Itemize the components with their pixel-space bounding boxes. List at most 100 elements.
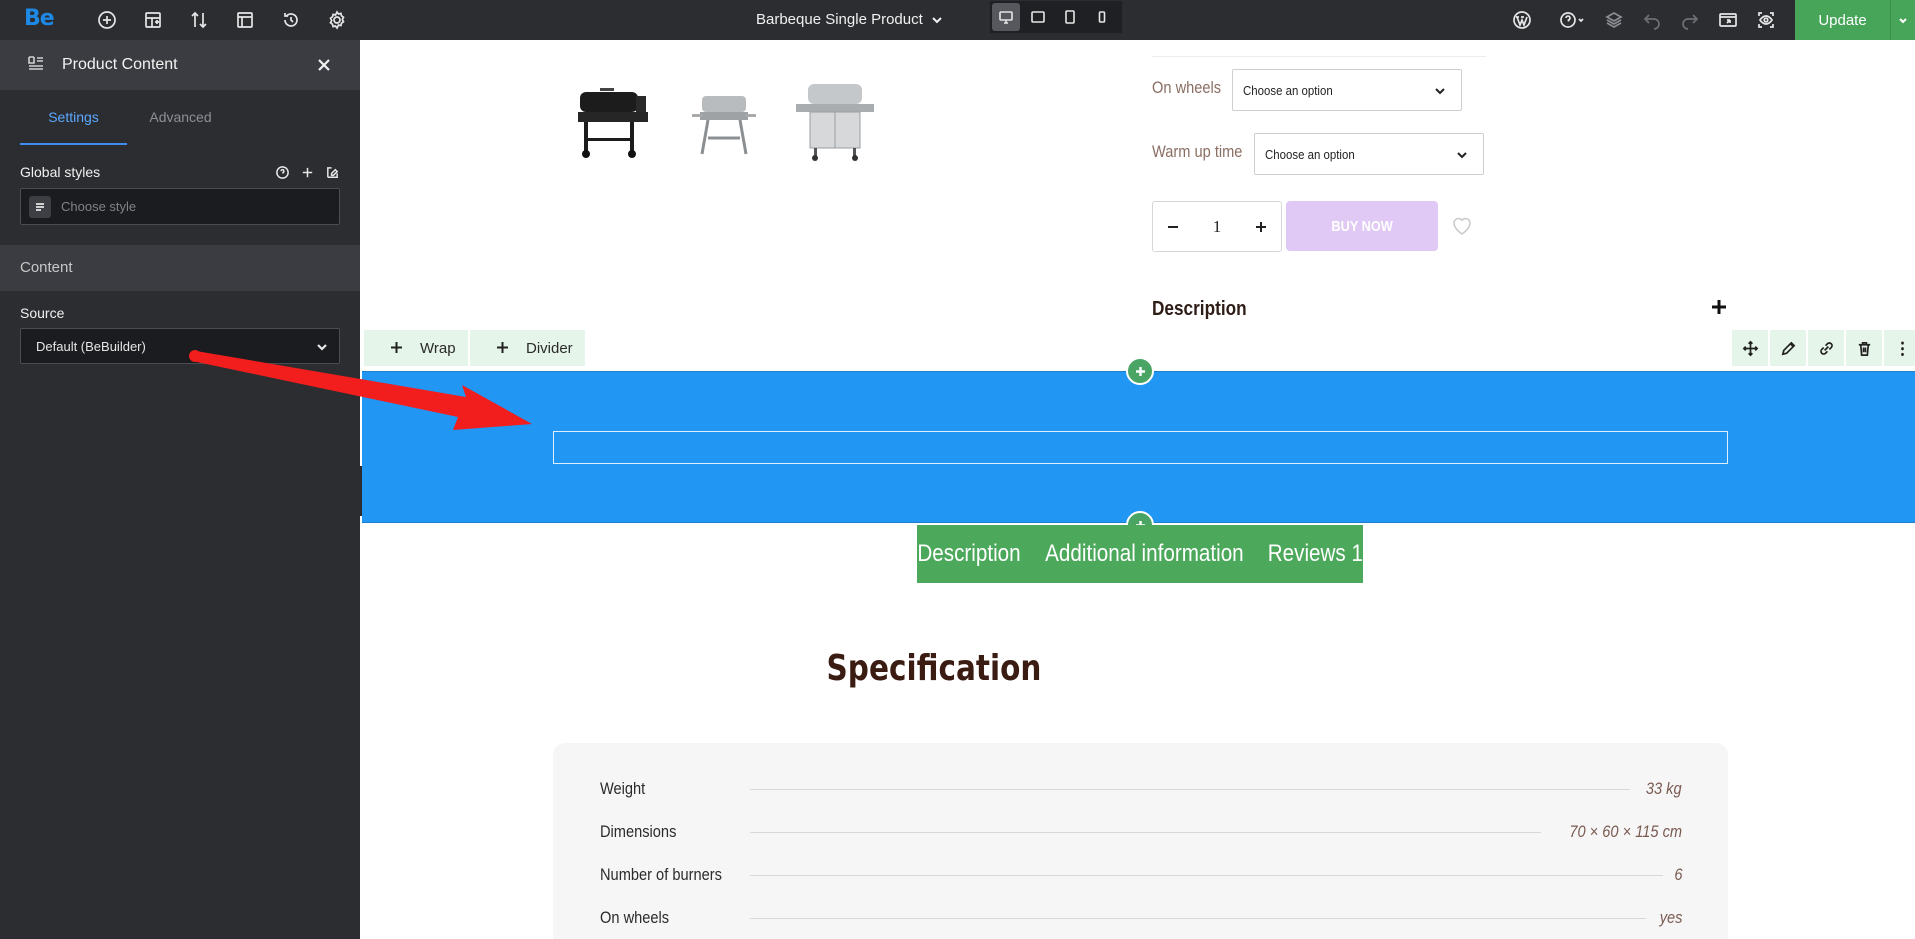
dotted-leader — [750, 788, 1631, 790]
expand-plus-icon[interactable] — [1710, 298, 1732, 320]
device-switcher — [990, 1, 1122, 33]
wordpress-icon[interactable] — [1508, 6, 1536, 34]
empty-wrap-placeholder[interactable] — [553, 431, 1728, 464]
spec-name: Dimensions — [600, 822, 677, 841]
redo-icon[interactable] — [1676, 6, 1704, 34]
chevron-down-icon — [317, 344, 327, 351]
product-thumbnail-black-grill[interactable] — [570, 78, 660, 168]
edit-pencil-icon[interactable] — [1770, 330, 1806, 366]
plus-icon — [1135, 366, 1145, 376]
specification-table: Weight 33 kg Dimensions 70 × 60 × 115 cm… — [553, 743, 1728, 939]
source-value: Default (BeBuilder) — [36, 338, 146, 354]
move-icon[interactable] — [1732, 330, 1768, 366]
more-options-icon[interactable] — [1884, 330, 1915, 366]
on-wheels-value: Choose an option — [1243, 82, 1333, 98]
eye-preview-icon[interactable] — [1752, 6, 1780, 34]
sort-arrows-icon[interactable] — [185, 6, 213, 34]
description-heading[interactable]: Description — [1152, 298, 1247, 321]
spec-name: Weight — [600, 779, 646, 798]
divider — [1152, 56, 1486, 57]
heart-icon[interactable] — [1450, 214, 1474, 236]
history-icon[interactable] — [277, 6, 305, 34]
table-row: Number of burners 6 — [600, 863, 1682, 887]
global-styles-label: Global styles — [20, 164, 101, 180]
panel-header: Product Content — [0, 40, 360, 90]
dotted-leader — [750, 917, 1646, 919]
desktop-view-icon[interactable] — [992, 3, 1020, 31]
on-wheels-select[interactable]: Choose an option — [1232, 69, 1462, 111]
chevron-down-icon — [932, 17, 942, 24]
page-title: Barbeque Single Product — [756, 11, 923, 28]
warm-up-time-select[interactable]: Choose an option — [1254, 133, 1484, 175]
spec-name: On wheels — [600, 908, 670, 927]
duplicate-icon[interactable] — [1808, 330, 1844, 366]
product-content-icon — [26, 53, 46, 78]
variation-label-warm-up-time: Warm up time — [1152, 142, 1243, 161]
spec-value: 33 kg — [1646, 779, 1682, 798]
tab-settings[interactable]: Settings — [20, 90, 127, 145]
structure-icon[interactable] — [139, 6, 167, 34]
tab-advanced[interactable]: Advanced — [127, 90, 234, 145]
add-section-above-button[interactable] — [1126, 357, 1154, 385]
page-selector[interactable]: Barbeque Single Product — [756, 0, 945, 40]
quantity-stepper: 1 — [1152, 201, 1282, 252]
update-options-button[interactable] — [1890, 0, 1915, 40]
panel-title: Product Content — [62, 56, 178, 73]
panel-tabs: Settings Advanced — [0, 90, 360, 145]
delete-trash-icon[interactable] — [1846, 330, 1882, 366]
templates-icon[interactable] — [231, 6, 259, 34]
section-toolbar — [1732, 330, 1915, 366]
laptop-view-icon[interactable] — [1024, 3, 1052, 31]
buy-now-label: BUY NOW — [1331, 217, 1393, 235]
warm-up-time-value: Choose an option — [1265, 146, 1355, 162]
add-divider-label: Divider — [526, 339, 573, 357]
global-style-field[interactable]: Choose style — [20, 188, 340, 225]
add-divider-button[interactable]: Divider — [470, 330, 585, 366]
help-icon[interactable] — [275, 165, 290, 180]
lines-icon — [29, 195, 51, 218]
content-section-header[interactable]: Content — [0, 245, 360, 291]
top-toolbar: Be Barbeque Single Product Update — [0, 0, 1915, 40]
global-styles-row: Global styles — [20, 164, 340, 180]
layers-icon[interactable] — [1600, 6, 1628, 34]
undo-icon[interactable] — [1638, 6, 1666, 34]
update-button[interactable]: Update — [1795, 0, 1890, 40]
spec-name: Number of burners — [600, 865, 722, 884]
table-row: Weight 33 kg — [600, 777, 1682, 801]
source-label: Source — [20, 305, 65, 321]
tab-reviews[interactable]: Reviews 1 — [1268, 540, 1363, 568]
help-icon[interactable] — [1552, 6, 1592, 34]
close-icon[interactable] — [314, 55, 334, 75]
mobile-view-icon[interactable] — [1088, 3, 1116, 31]
settings-gear-icon[interactable] — [323, 6, 351, 34]
tab-description[interactable]: Description — [918, 540, 1021, 568]
product-thumbnail-portable-grill[interactable] — [680, 78, 770, 168]
tab-additional-information[interactable]: Additional information — [1045, 540, 1243, 568]
spec-value: 70 × 60 × 115 cm — [1569, 822, 1682, 841]
product-tabs: Description Additional information Revie… — [917, 525, 1363, 583]
add-style-icon[interactable] — [300, 165, 315, 180]
add-wrap-label: Wrap — [420, 339, 456, 357]
edit-style-icon[interactable] — [325, 165, 340, 180]
add-element-icon[interactable] — [93, 6, 121, 34]
quantity-input[interactable]: 1 — [1193, 202, 1241, 251]
specification-heading: Specification — [826, 648, 1042, 689]
add-wrap-button[interactable]: Wrap — [364, 330, 468, 366]
table-row: On wheels yes — [600, 906, 1682, 930]
dotted-leader — [750, 874, 1663, 876]
preview-window-icon[interactable] — [1714, 6, 1742, 34]
table-row: Dimensions 70 × 60 × 115 cm — [600, 820, 1682, 844]
source-select[interactable]: Default (BeBuilder) — [20, 328, 340, 364]
buy-now-button[interactable]: BUY NOW — [1286, 201, 1438, 251]
chevron-down-icon — [1899, 18, 1907, 24]
product-thumbnail-cabinet-grill[interactable] — [790, 78, 880, 168]
spec-value: yes — [1659, 908, 1682, 927]
chevron-down-icon — [1435, 88, 1445, 95]
spec-value: 6 — [1673, 865, 1682, 884]
minus-icon[interactable] — [1153, 202, 1193, 251]
plus-icon[interactable] — [1241, 202, 1281, 251]
tablet-view-icon[interactable] — [1056, 3, 1084, 31]
bebuilder-logo[interactable]: Be — [24, 6, 55, 31]
style-placeholder: Choose style — [61, 199, 137, 214]
variation-label-on-wheels: On wheels — [1152, 78, 1222, 97]
